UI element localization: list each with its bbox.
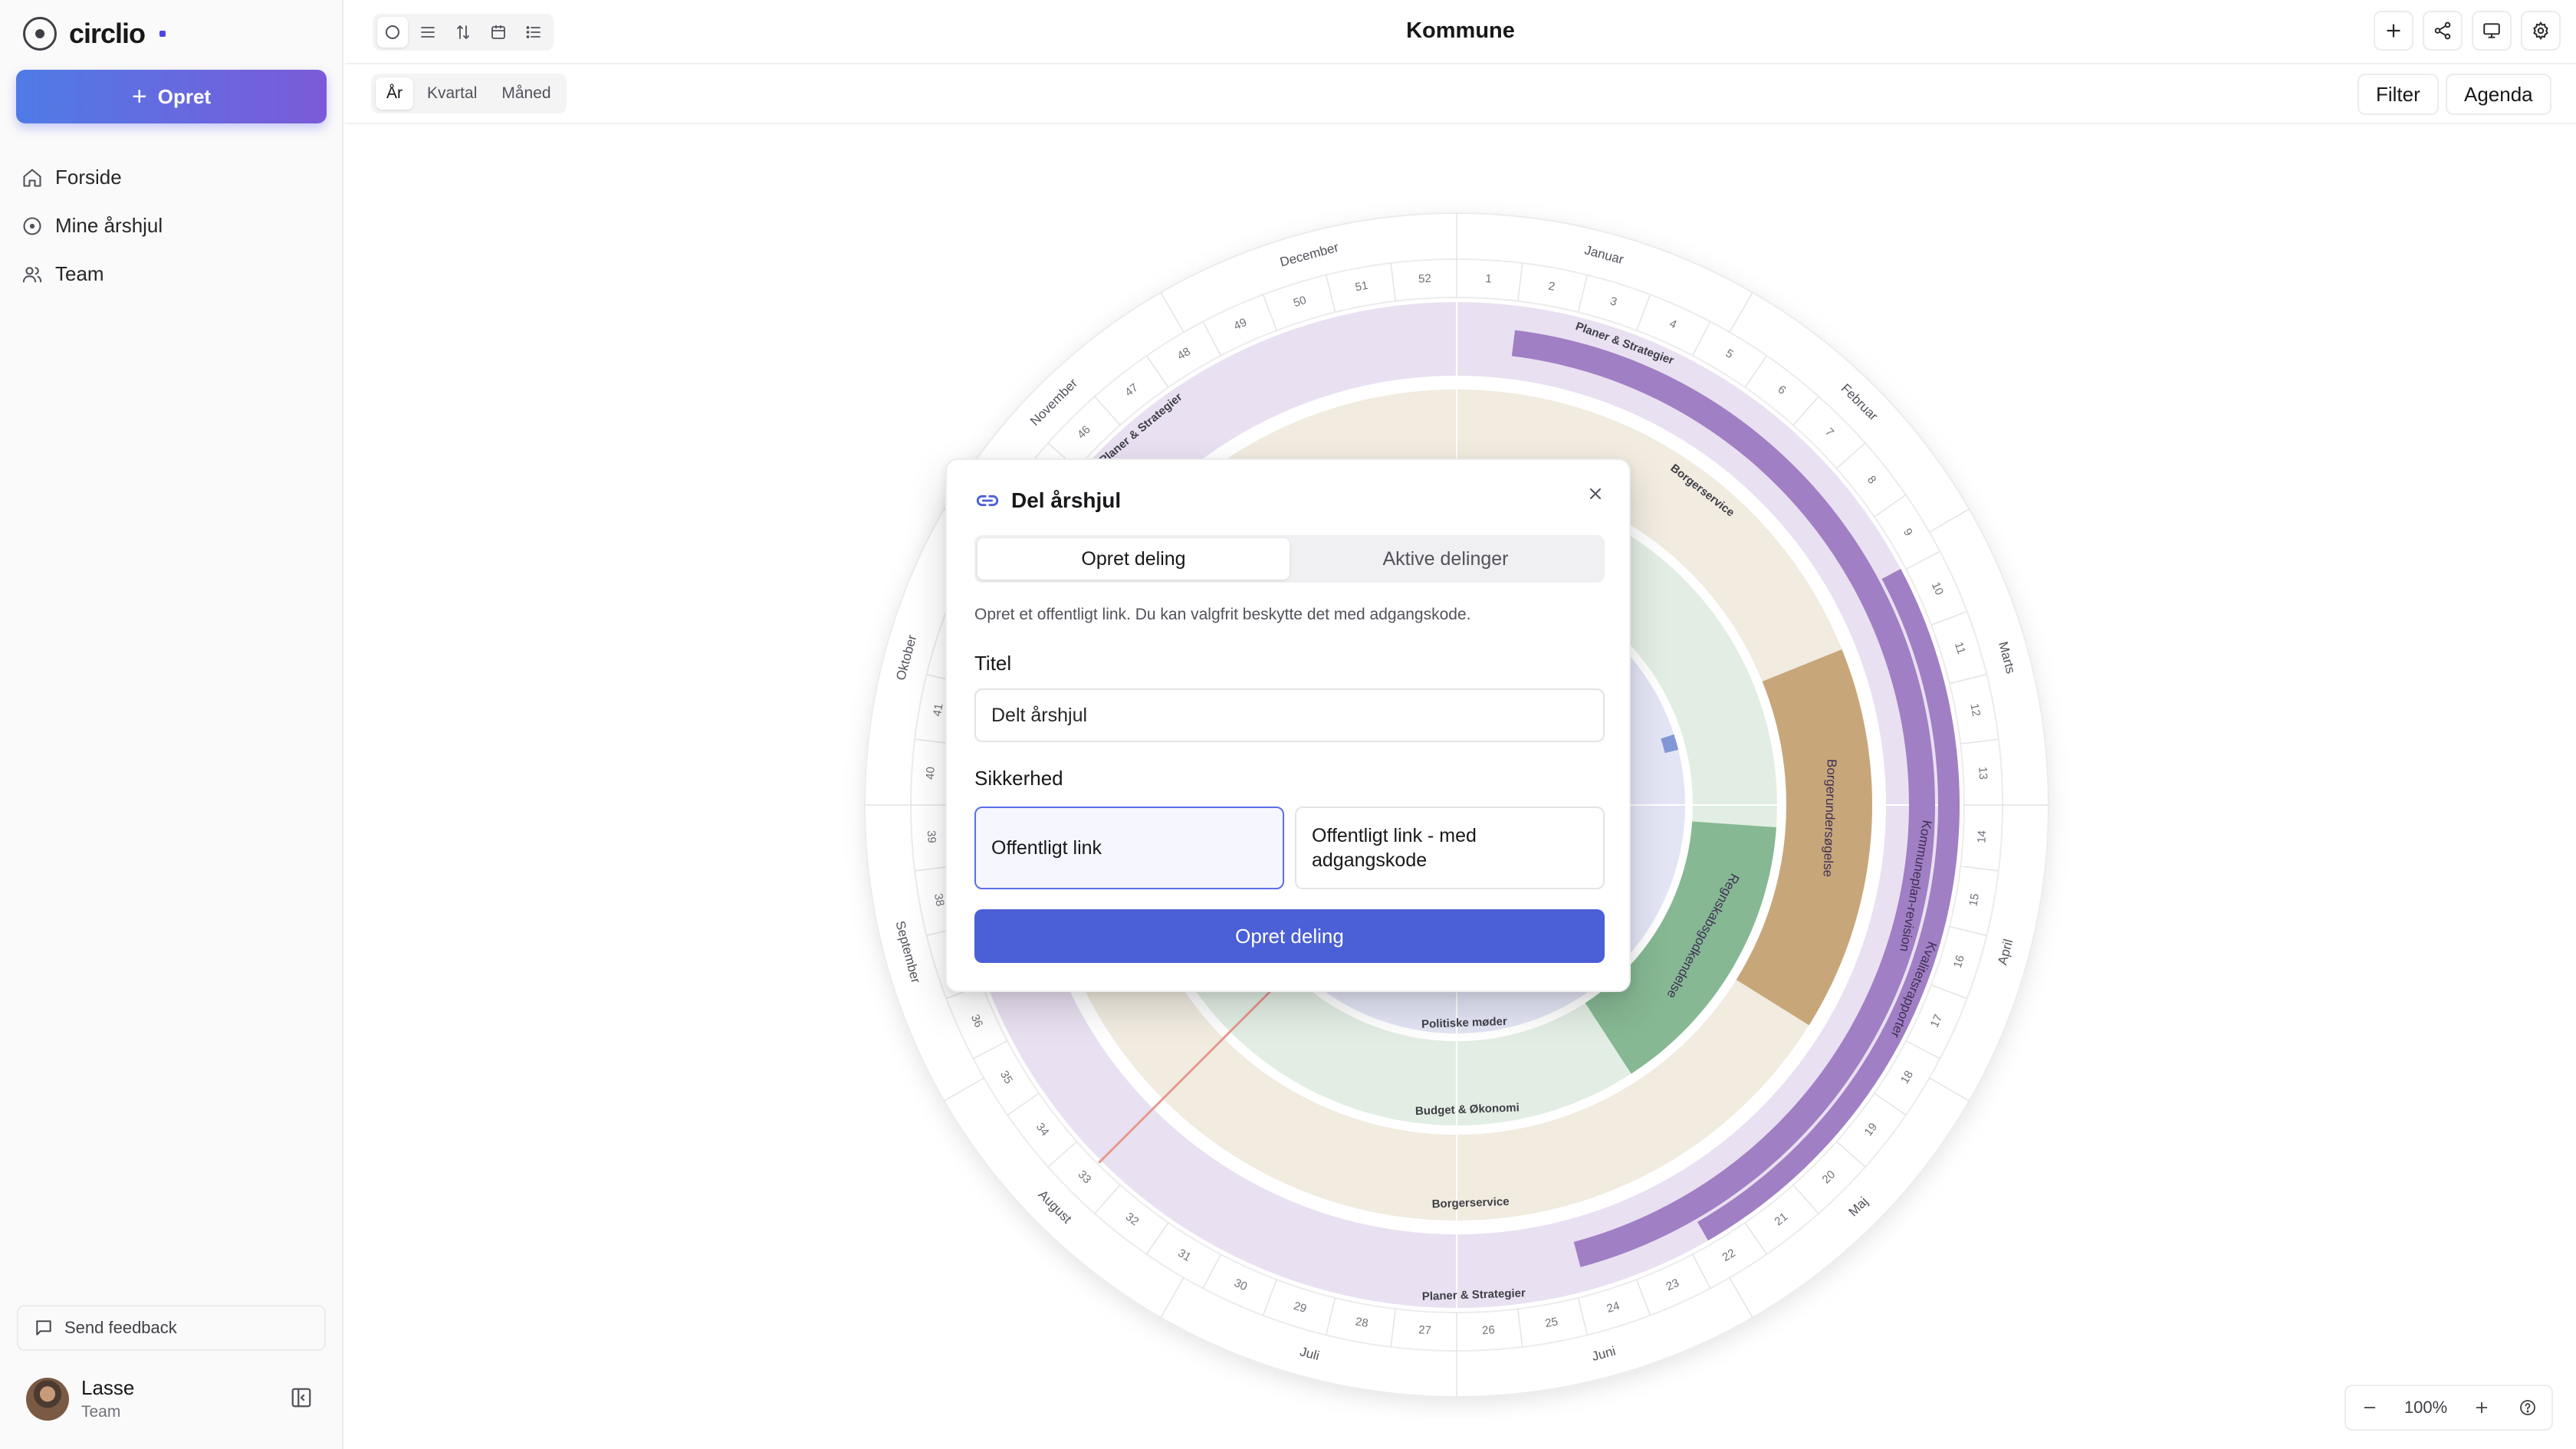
send-feedback-button[interactable]: Send feedback: [17, 1305, 326, 1351]
sidebar-item-team[interactable]: Team: [18, 250, 325, 298]
dialog-title: Del årshjul: [1011, 488, 1122, 512]
security-option-password[interactable]: Offentligt link - med adgangskode: [1295, 807, 1605, 889]
week-number: 28: [1355, 1315, 1369, 1330]
dialog-header: Del årshjul: [974, 488, 1121, 514]
present-button[interactable]: [2472, 11, 2512, 51]
zoom-level: 100%: [2404, 1398, 2448, 1417]
tab-aktive-delinger[interactable]: Aktive delinger: [1290, 538, 1602, 580]
week-number: 38: [932, 892, 947, 907]
dialog-description: Opret et offentligt link. Du kan valgfri…: [974, 606, 1471, 623]
link-icon: [976, 495, 999, 507]
period-month-button[interactable]: Måned: [491, 77, 561, 110]
week-number: 14: [1975, 830, 1989, 844]
share-dialog: Del årshjul Opret deling Aktive delinger…: [945, 458, 1631, 992]
divider: [345, 123, 2576, 124]
logo-icon: [23, 17, 57, 51]
period-quarter-button[interactable]: Kvartal: [416, 77, 488, 110]
week-number: 25: [1544, 1315, 1559, 1330]
week-number: 41: [931, 702, 946, 717]
sidebar-toggle-icon: [291, 1388, 311, 1408]
message-icon: [36, 1320, 51, 1336]
week-number: 26: [1482, 1323, 1496, 1337]
create-share-button[interactable]: Opret deling: [974, 909, 1605, 963]
top-actions: [2374, 11, 2561, 51]
week-number: 15: [1967, 892, 1982, 907]
sidebar-item-label: Mine årshjul: [55, 214, 163, 237]
week-number: 40: [924, 767, 938, 780]
users-icon: [22, 266, 42, 282]
sidebar-nav: Forside Mine årshjul Team: [18, 153, 325, 298]
app-logo[interactable]: circlio: [23, 17, 166, 51]
create-button-label: Opret: [157, 84, 212, 108]
user-profile[interactable]: Lasse Team: [26, 1376, 134, 1421]
ring-label-borgerservice: Borgerservice: [1431, 1195, 1509, 1211]
top-bar: Kommune: [345, 0, 2576, 64]
share-icon: [2434, 21, 2451, 40]
collapse-sidebar-button[interactable]: [290, 1386, 316, 1412]
share-button[interactable]: [2423, 11, 2463, 51]
week-number: 12: [1967, 702, 1983, 717]
title-label: Titel: [974, 652, 1012, 675]
title-input[interactable]: [974, 688, 1605, 742]
present-icon: [2483, 23, 2500, 38]
logo-dot: [159, 31, 166, 37]
period-switcher: År Kvartal Måned: [371, 74, 567, 113]
create-button[interactable]: + Opret: [16, 70, 327, 123]
sidebar-item-forside[interactable]: Forside: [18, 153, 325, 202]
add-button[interactable]: [2374, 11, 2413, 51]
settings-button[interactable]: [2521, 11, 2561, 51]
zoom-out-button[interactable]: [2358, 1396, 2381, 1419]
user-role: Team: [81, 1403, 121, 1421]
period-year-button[interactable]: År: [376, 77, 413, 110]
feedback-label: Send feedback: [64, 1318, 177, 1337]
week-number: 51: [1354, 279, 1368, 294]
sidebar-item-mine-aarshjul[interactable]: Mine årshjul: [18, 202, 325, 250]
home-icon: [23, 168, 41, 187]
security-option-public[interactable]: Offentligt link: [974, 807, 1284, 889]
page-title: Kommune: [1406, 18, 1515, 43]
minus-icon: [2364, 1407, 2376, 1408]
circle-dot-icon: [23, 216, 41, 235]
help-icon: [2520, 1400, 2535, 1415]
sidebar: circlio + Opret Forside Mine årshjul Tea…: [0, 0, 343, 1449]
security-label: Sikkerhed: [974, 767, 1063, 790]
plus-icon: +: [131, 82, 147, 111]
week-number: 39: [925, 830, 938, 844]
help-button[interactable]: [2516, 1396, 2539, 1419]
week-number: 13: [1976, 767, 1990, 780]
close-icon: [1590, 488, 1601, 499]
agenda-button[interactable]: Agenda: [2446, 74, 2551, 115]
zoom-in-button[interactable]: [2470, 1396, 2493, 1419]
plus-icon: [2476, 1401, 2488, 1414]
user-name: Lasse: [81, 1376, 135, 1399]
dialog-tabs: Opret deling Aktive delinger: [974, 535, 1605, 583]
close-button[interactable]: [1582, 480, 1609, 508]
week-number: 52: [1418, 272, 1432, 286]
plus-icon: [2387, 24, 2400, 38]
week-number: 1: [1485, 272, 1492, 285]
filter-button[interactable]: Filter: [2358, 74, 2439, 115]
avatar: [26, 1377, 69, 1421]
week-number: 27: [1418, 1323, 1432, 1337]
settings-icon: [2533, 21, 2548, 41]
sidebar-item-label: Team: [55, 262, 104, 285]
tab-opret-deling[interactable]: Opret deling: [978, 538, 1290, 580]
sidebar-item-label: Forside: [55, 166, 122, 189]
app-name: circlio: [69, 18, 146, 49]
zoom-control: 100%: [2344, 1385, 2553, 1431]
